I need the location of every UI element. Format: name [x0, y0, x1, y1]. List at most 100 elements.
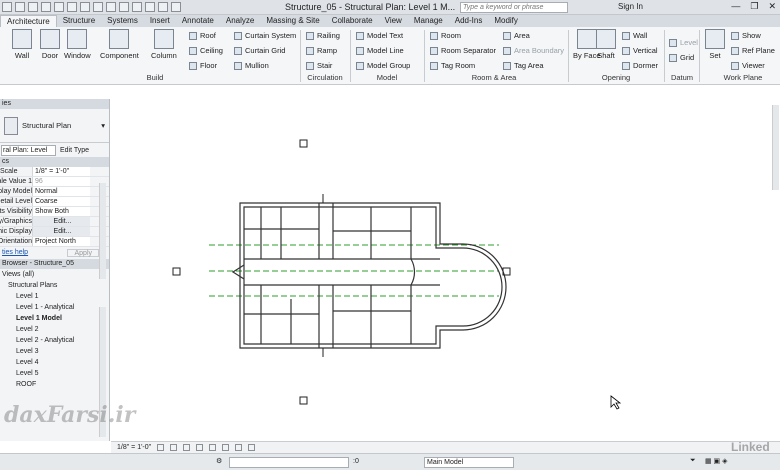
dormer-button[interactable]: Dormer [622, 61, 658, 70]
search-input[interactable]: Type a keyword or phrase [460, 2, 568, 13]
3d-view-icon[interactable] [106, 2, 116, 12]
tab-architecture[interactable]: Architecture [0, 15, 57, 27]
text-icon[interactable] [132, 2, 142, 12]
mullion-button[interactable]: Mullion [234, 61, 269, 70]
visual-style-icon[interactable] [170, 444, 178, 451]
room-button[interactable]: Room [430, 31, 461, 40]
show-button[interactable]: Show [731, 31, 761, 40]
type-selector[interactable]: Structural Plan ▾ [0, 109, 109, 143]
elevation-marker[interactable] [299, 396, 308, 405]
tab-view[interactable]: View [379, 15, 408, 27]
column-button[interactable]: Column [151, 29, 177, 60]
tab-massing-site[interactable]: Massing & Site [260, 15, 325, 27]
properties-scrollbar[interactable] [99, 183, 106, 279]
canvas-scrollbar[interactable] [772, 105, 779, 190]
elevation-marker[interactable] [172, 267, 181, 276]
display-model-field[interactable]: Normal [32, 187, 90, 196]
temporary-hide-icon[interactable] [235, 444, 243, 451]
tree-item[interactable]: Level 1 [2, 291, 109, 302]
app-menu-icon[interactable] [2, 2, 12, 12]
tree-item-active[interactable]: Level 1 Model [2, 313, 109, 324]
roof-button[interactable]: Roof [189, 31, 216, 40]
ref-plane-button[interactable]: Ref Plane [731, 46, 775, 55]
close-hidden-icon[interactable] [145, 2, 155, 12]
instance-selector[interactable]: ral Plan: Level [1, 144, 56, 156]
tree-item[interactable]: Level 1 - Analytical [2, 302, 109, 313]
ramp-button[interactable]: Ramp [306, 46, 337, 55]
undo-icon[interactable] [41, 2, 51, 12]
graphic-display-edit-button[interactable]: Edit... [32, 227, 90, 236]
design-option-field[interactable]: Main Model [424, 457, 514, 468]
qat-dropdown-icon[interactable] [171, 2, 181, 12]
tree-structural-plans[interactable]: Structural Plans [2, 280, 109, 291]
close-button[interactable]: ✕ [768, 1, 776, 12]
curtain-system-button[interactable]: Curtain System [234, 31, 296, 40]
floor-button[interactable]: Floor [189, 61, 217, 70]
sun-path-icon[interactable] [183, 444, 191, 451]
show-crop-icon[interactable] [222, 444, 230, 451]
tree-views-all[interactable]: Views (all) [2, 269, 109, 280]
orientation-field[interactable]: Project North [32, 237, 90, 246]
minimize-button[interactable]: — [731, 1, 740, 12]
tab-structure[interactable]: Structure [57, 15, 101, 27]
tab-annotate[interactable]: Annotate [176, 15, 220, 27]
shaft-button[interactable]: Shaft [596, 29, 616, 60]
elevation-marker[interactable] [299, 139, 308, 148]
component-button[interactable]: Component [100, 29, 139, 60]
model-group-button[interactable]: Model Group [356, 61, 410, 70]
apply-button[interactable]: Apply [67, 249, 99, 257]
shadows-icon[interactable] [196, 444, 204, 451]
parts-visibility-field[interactable]: Show Both [32, 207, 90, 216]
area-boundary-button[interactable]: Area Boundary [503, 46, 564, 55]
visibility-graphics-edit-button[interactable]: Edit... [32, 217, 90, 226]
print-icon[interactable] [67, 2, 77, 12]
tree-item[interactable]: Level 2 - Analytical [2, 335, 109, 346]
tab-add-ins[interactable]: Add-Ins [449, 15, 489, 27]
redo-icon[interactable] [54, 2, 64, 12]
tab-modify[interactable]: Modify [488, 15, 524, 27]
detail-level-icon[interactable] [157, 444, 165, 451]
vertical-opening-button[interactable]: Vertical [622, 46, 658, 55]
area-button[interactable]: Area [503, 31, 530, 40]
door-button[interactable]: Door [40, 29, 60, 60]
sign-in-button[interactable]: Sign In [618, 2, 643, 11]
filter-icon[interactable]: ⏷ [690, 457, 696, 465]
railing-button[interactable]: Railing [306, 31, 340, 40]
tag-icon[interactable] [93, 2, 103, 12]
viewer-button[interactable]: Viewer [731, 61, 765, 70]
switch-windows-icon[interactable] [158, 2, 168, 12]
tree-item[interactable]: Level 5 [2, 368, 109, 379]
reveal-hidden-icon[interactable] [248, 444, 256, 451]
scale-field[interactable]: 1/8" = 1'-0" [32, 167, 90, 176]
ceiling-button[interactable]: Ceiling [189, 46, 223, 55]
room-separator-button[interactable]: Room Separator [430, 46, 496, 55]
maximize-button[interactable]: ❐ [750, 1, 758, 12]
tree-item[interactable]: Level 4 [2, 357, 109, 368]
tab-manage[interactable]: Manage [408, 15, 449, 27]
set-button[interactable]: Set [705, 29, 725, 60]
drawing-canvas[interactable] [111, 99, 780, 441]
view-scale[interactable]: 1/8" = 1'-0" [117, 444, 151, 451]
tab-collaborate[interactable]: Collaborate [326, 15, 379, 27]
tab-insert[interactable]: Insert [144, 15, 176, 27]
window-button[interactable]: Window [64, 29, 91, 60]
detail-level-field[interactable]: Coarse [32, 197, 90, 206]
section-icon[interactable] [119, 2, 129, 12]
workset-icon[interactable]: ⚙ [216, 457, 222, 465]
level-button[interactable]: Level [669, 38, 698, 47]
tree-item[interactable]: Level 3 [2, 346, 109, 357]
properties-help-link[interactable]: ties help [2, 249, 28, 257]
tree-item[interactable]: Level 2 [2, 324, 109, 335]
crop-view-icon[interactable] [209, 444, 217, 451]
selection-icons[interactable]: ▦ ▣ ◈ [705, 457, 728, 465]
model-line-button[interactable]: Model Line [356, 46, 404, 55]
chevron-down-icon[interactable]: ▾ [101, 121, 105, 130]
workset-field[interactable] [229, 457, 349, 468]
tab-systems[interactable]: Systems [101, 15, 144, 27]
stair-button[interactable]: Stair [306, 61, 332, 70]
curtain-grid-button[interactable]: Curtain Grid [234, 46, 285, 55]
grid-button[interactable]: Grid [669, 53, 694, 62]
tab-analyze[interactable]: Analyze [220, 15, 260, 27]
edit-type-button[interactable]: Edit Type [60, 147, 89, 154]
save-icon[interactable] [28, 2, 38, 12]
